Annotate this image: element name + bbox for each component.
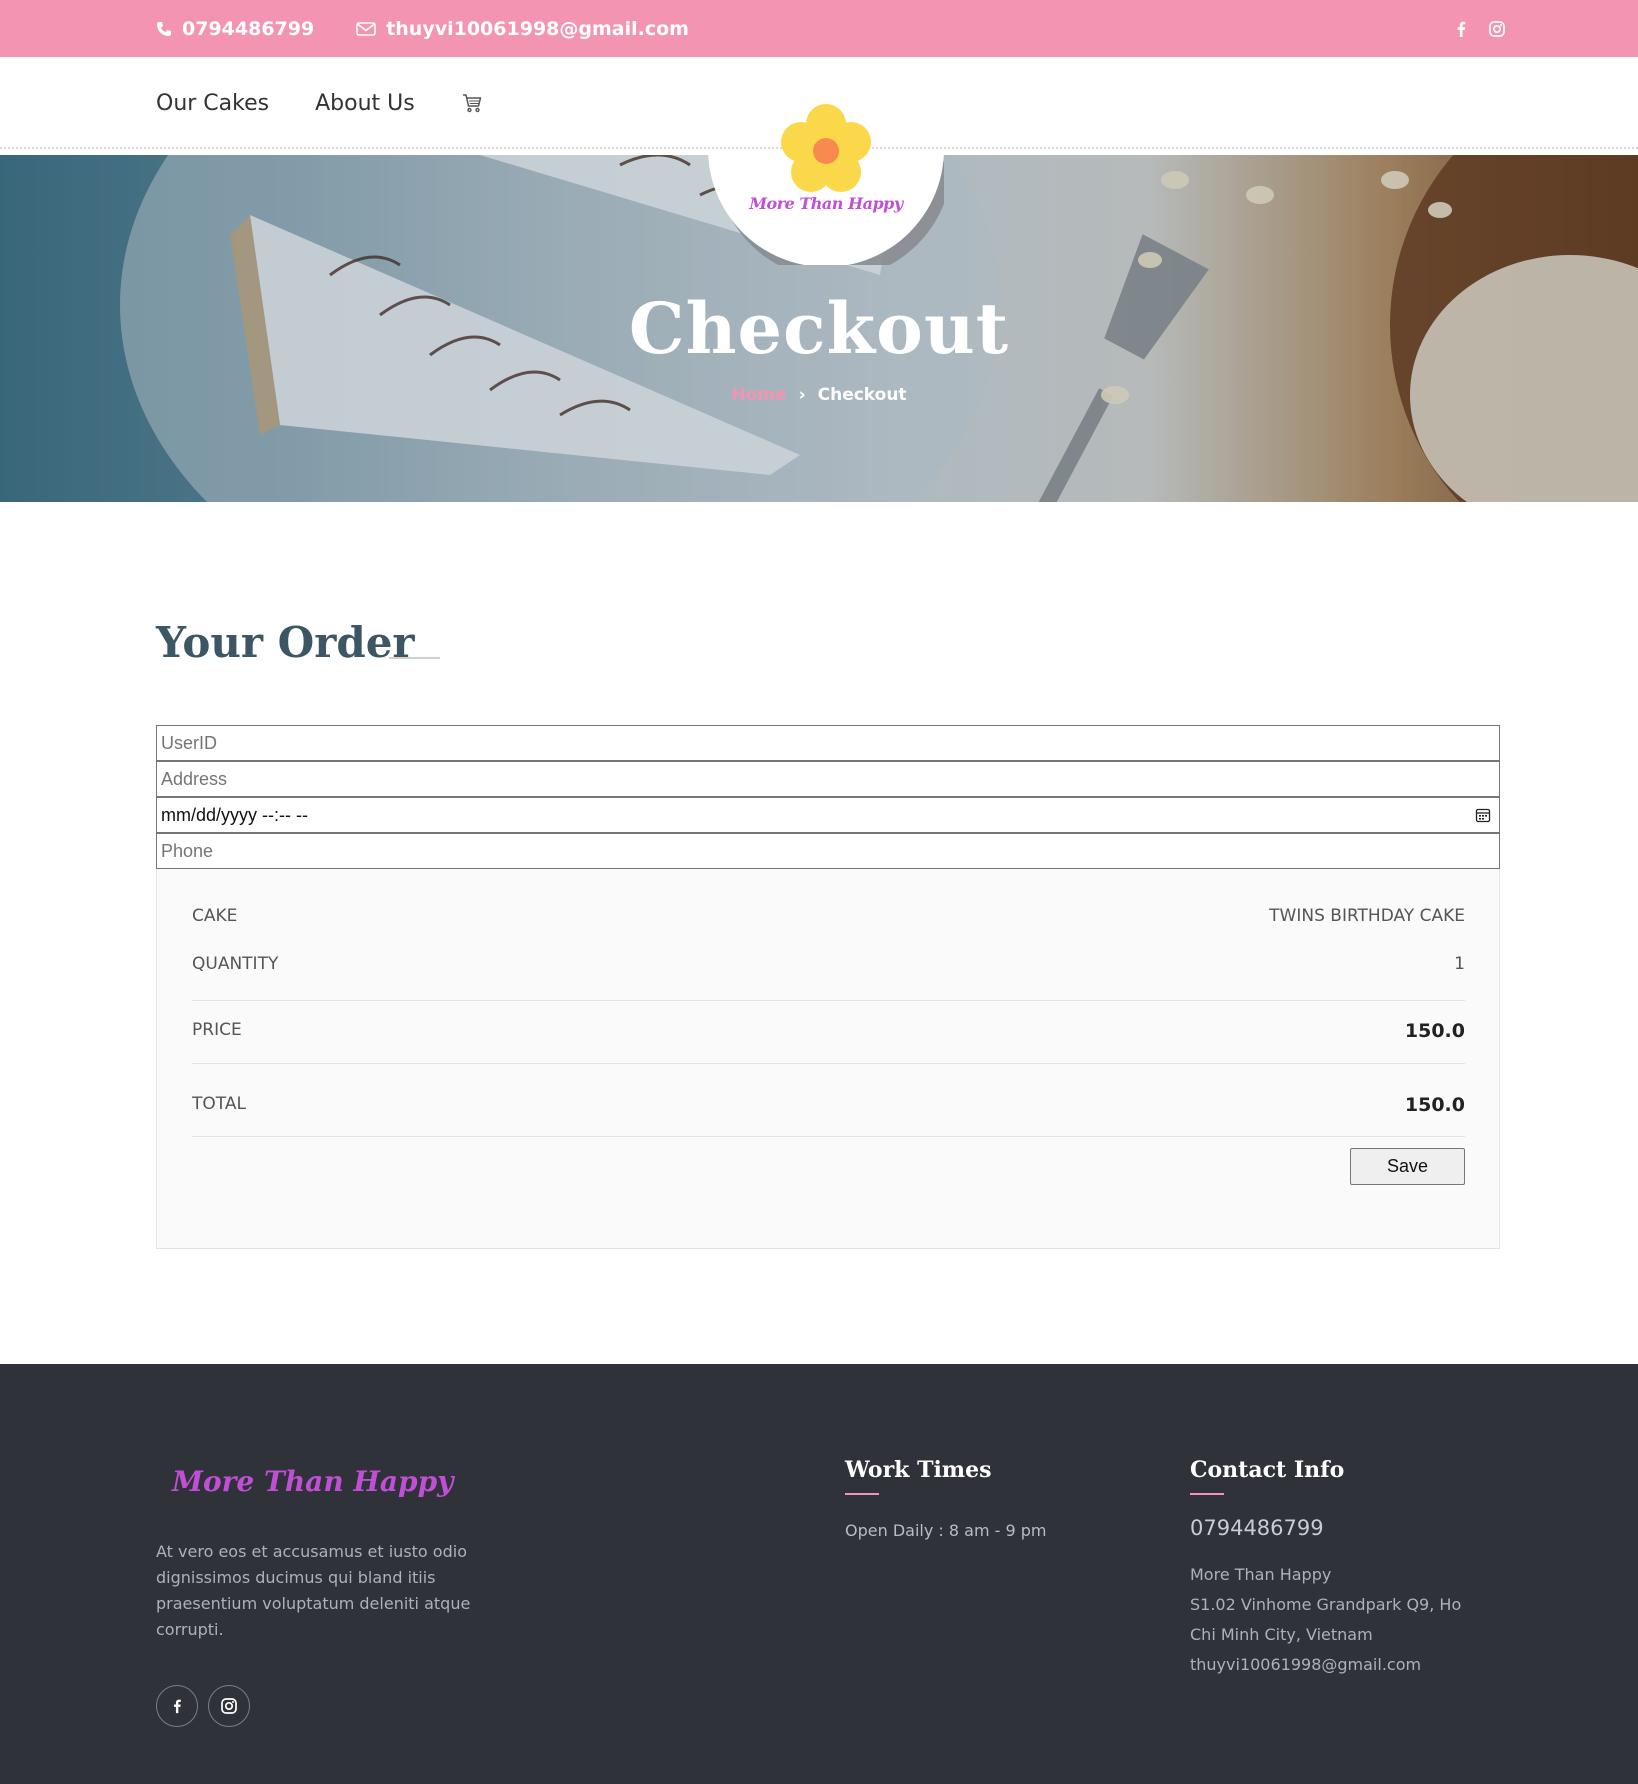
userid-input[interactable]: UserID bbox=[156, 725, 1500, 761]
breadcrumb-home[interactable]: Home bbox=[731, 385, 786, 405]
topbar-email[interactable]: thuyvi10061998@gmail.com bbox=[356, 18, 689, 40]
facebook-icon[interactable] bbox=[1452, 20, 1470, 38]
contact-address: S1.02 Vinhome Grandpark Q9, Ho Chi Minh … bbox=[1190, 1595, 1462, 1644]
site-logo[interactable]: More Than Happy bbox=[708, 85, 952, 279]
instagram-icon[interactable] bbox=[1488, 20, 1506, 38]
work-times-text: Open Daily : 8 am - 9 pm bbox=[845, 1521, 1047, 1540]
logo-text: More Than Happy bbox=[749, 194, 903, 213]
topbar-phone[interactable]: 0794486799 bbox=[156, 18, 314, 40]
topbar-email-text: thuyvi10061998@gmail.com bbox=[386, 17, 689, 40]
cart-icon[interactable] bbox=[461, 92, 483, 114]
topbar-phone-text: 0794486799 bbox=[182, 17, 315, 40]
quantity-label: QUANTITY bbox=[192, 954, 279, 974]
summary-row-price: PRICE 150.0 bbox=[192, 1020, 1465, 1042]
nav-links: Our Cakes About Us bbox=[156, 57, 483, 149]
facebook-icon[interactable] bbox=[156, 1685, 198, 1727]
contact-email[interactable]: thuyvi10061998@gmail.com bbox=[1190, 1650, 1480, 1680]
userid-placeholder: UserID bbox=[161, 732, 218, 753]
nav-item-about-us[interactable]: About Us bbox=[315, 91, 415, 116]
work-times-heading: Work Times bbox=[845, 1457, 992, 1483]
summary-row-cake: CAKE TWINS BIRTHDAY CAKE bbox=[192, 906, 1465, 926]
summary-divider bbox=[192, 1063, 1465, 1064]
order-heading: Your Order bbox=[156, 618, 415, 667]
price-value: 150.0 bbox=[1404, 1020, 1465, 1042]
order-summary: CAKE TWINS BIRTHDAY CAKE QUANTITY 1 PRIC… bbox=[156, 869, 1500, 1249]
phone-icon bbox=[157, 21, 171, 36]
nav-item-our-cakes[interactable]: Our Cakes bbox=[156, 91, 269, 116]
order-form: UserID Address mm/dd/yyyy --:-- -- Phone bbox=[156, 725, 1500, 869]
logo-badge-shape bbox=[708, 104, 952, 279]
contact-address-block: More Than Happy S1.02 Vinhome Grandpark … bbox=[1190, 1560, 1480, 1680]
breadcrumb: Home › Checkout bbox=[0, 385, 1638, 405]
breadcrumb-current: Checkout bbox=[817, 385, 907, 405]
footer-brand[interactable]: More Than Happy bbox=[172, 1465, 453, 1498]
cake-value: TWINS BIRTHDAY CAKE bbox=[1269, 906, 1465, 926]
breadcrumb-separator: › bbox=[798, 385, 806, 405]
total-label: TOTAL bbox=[192, 1094, 246, 1114]
flower-icon bbox=[781, 104, 871, 192]
price-label: PRICE bbox=[192, 1020, 242, 1040]
topbar-contact: 0794486799 thuyvi10061998@gmail.com bbox=[156, 0, 731, 57]
address-placeholder: Address bbox=[161, 768, 228, 789]
phone-placeholder: Phone bbox=[161, 840, 214, 861]
address-input[interactable]: Address bbox=[156, 761, 1500, 797]
calendar-icon[interactable] bbox=[1475, 807, 1491, 823]
footer-about-text: At vero eos et accusamus et iusto odio d… bbox=[156, 1542, 471, 1639]
mail-icon bbox=[356, 21, 377, 36]
instagram-icon[interactable] bbox=[208, 1685, 250, 1727]
contact-info-underline bbox=[1190, 1493, 1224, 1495]
save-button[interactable]: Save bbox=[1350, 1148, 1465, 1185]
quantity-value: 1 bbox=[1454, 954, 1465, 974]
phone-input[interactable]: Phone bbox=[156, 833, 1500, 869]
page-title: Checkout bbox=[628, 287, 1010, 370]
footer-social bbox=[156, 1685, 250, 1727]
heading-underline bbox=[389, 657, 440, 659]
contact-info-heading: Contact Info bbox=[1190, 1457, 1345, 1483]
total-value: 150.0 bbox=[1404, 1094, 1465, 1116]
summary-row-total: TOTAL 150.0 bbox=[192, 1094, 1465, 1116]
contact-phone[interactable]: 0794486799 bbox=[1190, 1516, 1324, 1540]
topbar-social bbox=[1452, 0, 1506, 57]
summary-row-quantity: QUANTITY 1 bbox=[192, 954, 1465, 974]
summary-divider bbox=[192, 1000, 1465, 1001]
datetime-input[interactable]: mm/dd/yyyy --:-- -- bbox=[156, 797, 1500, 833]
datetime-value: mm/dd/yyyy --:-- -- bbox=[161, 804, 308, 825]
site-footer: More Than Happy At vero eos et accusamus… bbox=[0, 1364, 1638, 1784]
summary-divider bbox=[192, 1136, 1465, 1137]
top-bar: 0794486799 thuyvi10061998@gmail.com bbox=[0, 0, 1638, 57]
cake-label: CAKE bbox=[192, 906, 238, 926]
work-times-underline bbox=[845, 1493, 879, 1495]
contact-name: More Than Happy bbox=[1190, 1565, 1332, 1584]
